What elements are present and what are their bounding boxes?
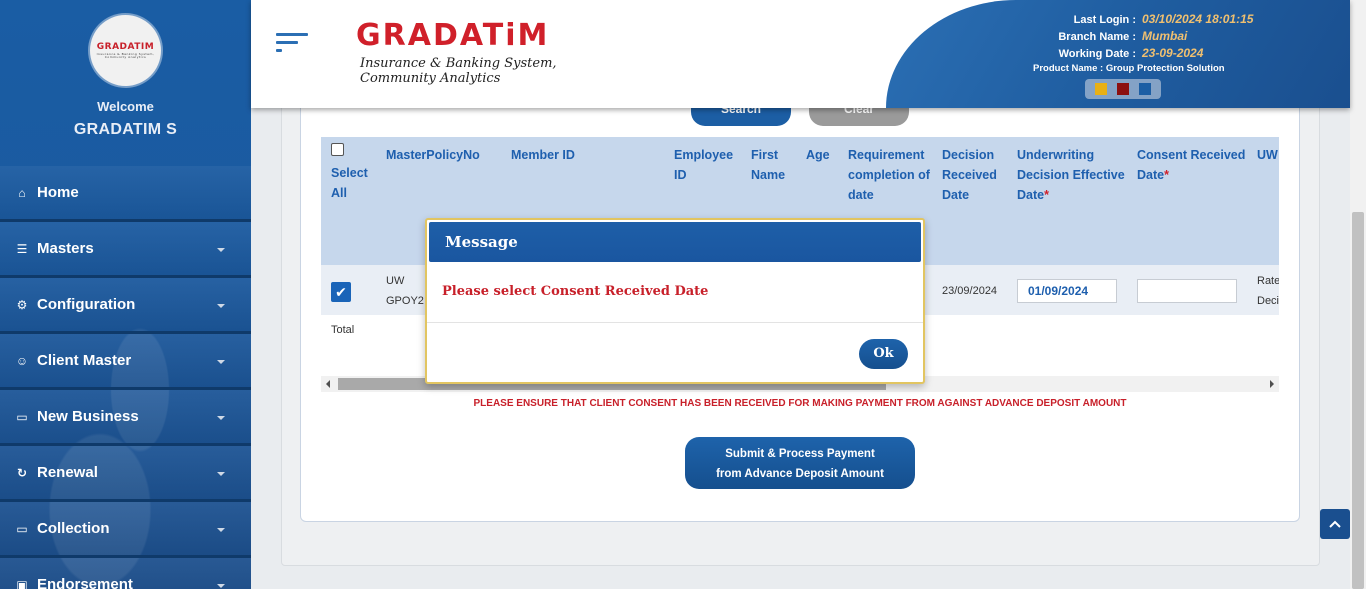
- theme-swatch-yellow[interactable]: [1095, 83, 1107, 95]
- col-consent-received[interactable]: Consent Received Date*: [1137, 145, 1247, 185]
- dialog-divider: [427, 322, 923, 323]
- caret-down-icon: [217, 528, 225, 532]
- col-consent-received-label: Consent Received Date: [1137, 148, 1246, 182]
- brand-subtitle: Insurance & Banking System, Community An…: [360, 56, 557, 86]
- brand-logo: GRADATiM Insurance & Banking System, Com…: [351, 10, 601, 87]
- sidebar-item-collection[interactable]: ▭ Collection: [0, 502, 251, 558]
- refresh-icon: ↻: [16, 465, 28, 480]
- last-login-value: 03/10/2024 18:01:15: [1142, 12, 1254, 26]
- col-uw[interactable]: UW: [1257, 145, 1279, 165]
- consent-received-date-input[interactable]: [1137, 279, 1237, 303]
- sidebar-item-masters[interactable]: ☰ Masters: [0, 222, 251, 278]
- required-marker: *: [1044, 188, 1049, 202]
- menu-toggle-icon[interactable]: [276, 33, 310, 57]
- home-icon: ⌂: [18, 185, 26, 200]
- sidebar-nav: ⌂ Home ☰ Masters ⚙ Configuration ☺ Client Maste…: [0, 166, 251, 589]
- col-uw-effective-date-label: Underwriting Decision Effective Date: [1017, 148, 1125, 202]
- branch-name: Branch Name : Mumbai: [973, 29, 1187, 43]
- avatar-logo-subtitle: Insurance & Banking System, Community An…: [96, 51, 155, 59]
- scroll-right-arrow-icon[interactable]: [1270, 380, 1274, 388]
- scroll-to-top-button[interactable]: [1320, 509, 1350, 539]
- cell-uw-l2: Deci: [1257, 295, 1279, 307]
- sidebar-item-label: Masters: [37, 240, 94, 257]
- chevron-up-icon: [1329, 520, 1341, 528]
- cell-master-policy-l1: UW: [386, 275, 405, 287]
- briefcase-icon: ▣: [16, 577, 28, 589]
- sidebar-item-label: Home: [37, 184, 79, 201]
- avatar: GRADATIM Insurance & Banking System, Com…: [90, 15, 161, 86]
- col-decision-received[interactable]: Decision Received Date: [942, 145, 1004, 205]
- database-icon: ☰: [16, 241, 28, 256]
- caret-down-icon: [217, 304, 225, 308]
- gears-icon: ⚙: [16, 297, 28, 312]
- scroll-left-arrow-icon[interactable]: [326, 380, 330, 388]
- caret-down-icon: [217, 360, 225, 364]
- working-date-label: Working Date :: [1058, 48, 1136, 60]
- user-icon: ☺: [15, 353, 29, 368]
- cell-decision-received: 23/09/2024: [942, 285, 998, 297]
- sidebar-item-label: Collection: [37, 520, 110, 537]
- message-dialog: Message Please select Consent Received D…: [425, 218, 925, 384]
- brand-title: GRADATiM: [356, 18, 550, 53]
- last-login-label: Last Login :: [1073, 14, 1136, 26]
- submit-button-line2: from Advance Deposit Amount: [716, 468, 884, 480]
- row-checkbox-checked[interactable]: ✔: [331, 282, 351, 302]
- sidebar-item-renewal[interactable]: ↻ Renewal: [0, 446, 251, 502]
- theme-swatch-red[interactable]: [1117, 83, 1129, 95]
- sidebar-item-label: Renewal: [37, 464, 98, 481]
- col-master-policy[interactable]: MasterPolicyNo: [386, 145, 496, 165]
- caret-down-icon: [217, 472, 225, 476]
- desktop-icon: ▭: [16, 409, 28, 424]
- sidebar-item-new-business[interactable]: ▭ New Business: [0, 390, 251, 446]
- sidebar-item-endorsement[interactable]: ▣ Endorsement: [0, 558, 251, 589]
- col-requirement-completion[interactable]: Requirement completion of date: [848, 145, 936, 205]
- consent-warning: PLEASE ENSURE THAT CLIENT CONSENT HAS BE…: [473, 398, 1127, 409]
- submit-process-payment-button[interactable]: Submit & Process Payment from Advance De…: [685, 437, 915, 489]
- branch-label: Branch Name :: [1058, 31, 1136, 43]
- header: GRADATiM Insurance & Banking System, Com…: [251, 0, 1350, 108]
- welcome-text: Welcome: [97, 99, 154, 114]
- working-date: Working Date : 23-09-2024: [973, 46, 1204, 60]
- cell-uw-l1: Rate: [1257, 275, 1279, 287]
- dialog-header: Message: [429, 222, 921, 262]
- caret-down-icon: [217, 584, 225, 588]
- desktop-icon: ▭: [16, 521, 28, 536]
- page-scrollbar[interactable]: [1350, 0, 1366, 589]
- sidebar-item-label: New Business: [37, 408, 139, 425]
- col-member-id[interactable]: Member ID: [511, 145, 611, 165]
- col-age[interactable]: Age: [806, 145, 846, 165]
- sidebar-item-home[interactable]: ⌂ Home: [0, 166, 251, 222]
- avatar-logo: GRADATIM Insurance & Banking System, Com…: [90, 41, 161, 59]
- last-login: Last Login : 03/10/2024 18:01:15: [973, 12, 1254, 26]
- col-employee-id[interactable]: Employee ID: [674, 145, 739, 185]
- dialog-message: Please select Consent Received Date: [442, 284, 709, 299]
- uw-effective-date-input[interactable]: 01/09/2024: [1017, 279, 1117, 303]
- working-date-value: 23-09-2024: [1142, 46, 1204, 60]
- page-scrollbar-thumb[interactable]: [1352, 212, 1364, 589]
- sidebar: GRADATIM Insurance & Banking System, Com…: [0, 0, 251, 589]
- sidebar-item-label: Endorsement: [37, 576, 133, 589]
- sidebar-item-configuration[interactable]: ⚙ Configuration: [0, 278, 251, 334]
- sidebar-item-label: Configuration: [37, 296, 136, 313]
- col-first-name[interactable]: First Name: [751, 145, 796, 185]
- required-marker: *: [1164, 168, 1169, 182]
- branch-value: Mumbai: [1142, 29, 1188, 43]
- total-label: Total: [331, 324, 355, 336]
- submit-button-line1: Submit & Process Payment: [725, 448, 875, 460]
- product-name: Product Name : Group Protection Solution: [1033, 63, 1225, 74]
- username: GRADATIM S: [73, 121, 178, 138]
- col-uw-effective-date[interactable]: Underwriting Decision Effective Date*: [1017, 145, 1129, 205]
- caret-down-icon: [217, 416, 225, 420]
- dialog-title: Message: [445, 233, 518, 251]
- theme-swatch-blue[interactable]: [1139, 83, 1151, 95]
- sidebar-item-label: Client Master: [37, 352, 132, 369]
- col-select-all: Select All: [331, 166, 368, 200]
- sidebar-item-client-master[interactable]: ☺ Client Master: [0, 334, 251, 390]
- cell-master-policy-l2: GPOY2: [386, 295, 424, 307]
- theme-switcher: [1085, 79, 1161, 99]
- select-all-checkbox[interactable]: [331, 143, 344, 156]
- caret-down-icon: [217, 248, 225, 252]
- ok-button[interactable]: Ok: [859, 339, 908, 369]
- avatar-logo-title: GRADATIM: [96, 41, 155, 52]
